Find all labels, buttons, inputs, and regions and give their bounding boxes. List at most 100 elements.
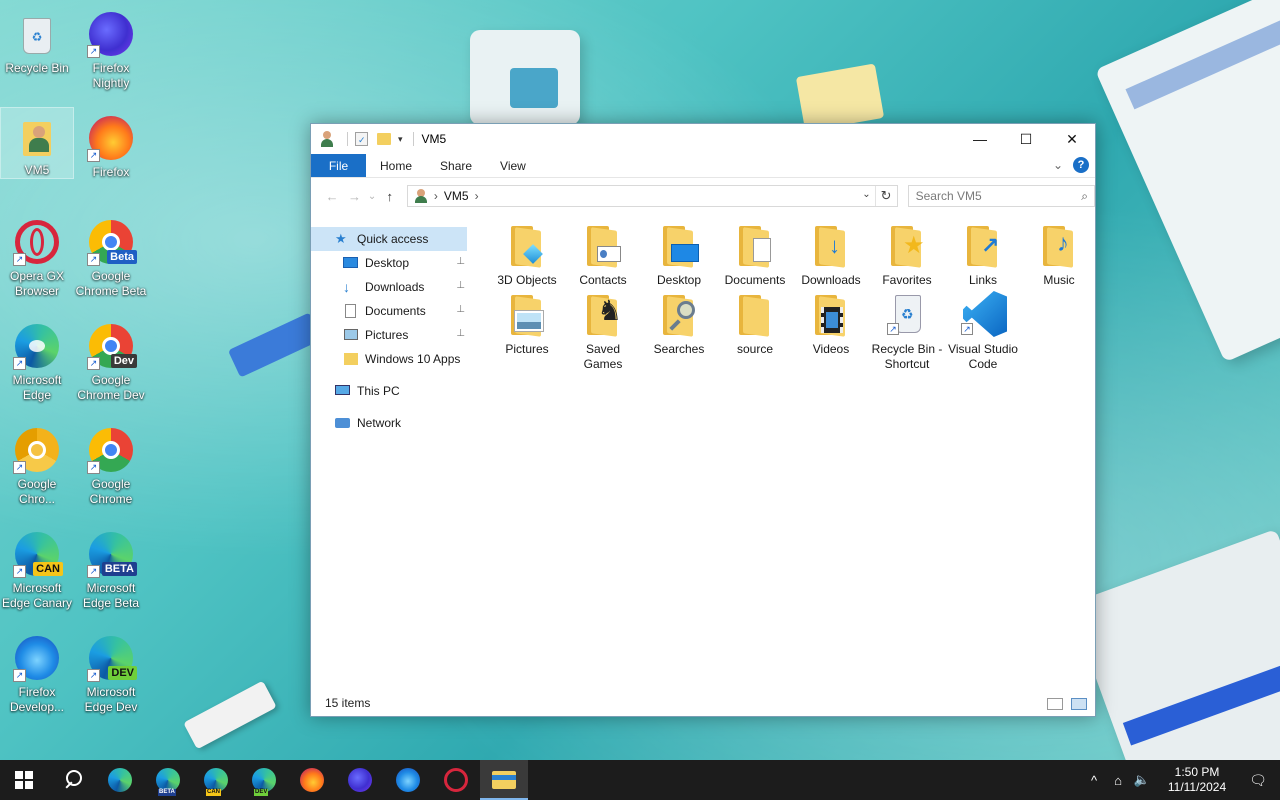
tab-share[interactable]: Share (426, 154, 486, 177)
maximize-button[interactable]: ☐ (1003, 124, 1049, 154)
pin-icon[interactable]: ⊥ (456, 256, 465, 267)
desktop-icon-edge-canary[interactable]: CAN ↗ Microsoft Edge Canary (1, 524, 73, 624)
file-item-recycle-bin-shortcut[interactable]: ♻ ↗ Recycle Bin - Shortcut (869, 291, 945, 372)
taskbar-edge-beta[interactable]: BETA (144, 760, 192, 800)
star-icon: ★ (335, 231, 347, 246)
taskbar-firefox[interactable] (288, 760, 336, 800)
desktop-icon-edge[interactable]: ↗ Microsoft Edge (1, 316, 73, 416)
taskbar-edge-canary[interactable]: CAN (192, 760, 240, 800)
desktop-icon-vm5[interactable]: VM5 (0, 107, 74, 179)
file-item-3d-objects[interactable]: 3D Objects (489, 222, 565, 288)
address-dropdown-icon[interactable]: ⌄ (862, 189, 870, 200)
nav-network[interactable]: Network (311, 411, 469, 435)
desktop-icon-edge-dev[interactable]: DEV ↗ Microsoft Edge Dev (75, 628, 147, 728)
search-box[interactable]: ⌕ (907, 185, 1095, 207)
large-icons-view-button[interactable] (1071, 698, 1087, 710)
start-button[interactable] (0, 760, 48, 800)
file-item-searches[interactable]: Searches (641, 291, 717, 357)
file-item-downloads[interactable]: ↓ Downloads (793, 222, 869, 288)
file-item-music[interactable]: ♪ Music (1021, 222, 1097, 288)
expand-ribbon-icon[interactable]: ⌄ (1053, 158, 1063, 172)
properties-icon[interactable]: ✓ (354, 131, 370, 147)
file-item-videos[interactable]: Videos (793, 291, 869, 357)
search-button[interactable] (48, 760, 96, 800)
show-hidden-icons-button[interactable]: ^ (1082, 773, 1106, 788)
taskbar-opera-gx[interactable] (432, 760, 480, 800)
recent-locations-button[interactable]: ⌄ (366, 184, 379, 208)
pin-icon[interactable]: ⊥ (456, 328, 465, 339)
nav-this-pc[interactable]: This PC (311, 379, 469, 403)
taskbar-edge-dev[interactable]: DEV (240, 760, 288, 800)
nav-documents[interactable]: Documents ⊥ (311, 299, 469, 323)
desktop-icon-chrome-dev[interactable]: Dev ↗ Google Chrome Dev (75, 316, 147, 416)
file-item-links[interactable]: ↗ Links (945, 222, 1021, 288)
desktop-icon-label: Firefox (92, 165, 130, 179)
nav-quick-access[interactable]: ★ Quick access (311, 227, 467, 251)
desktop-icon-chrome-beta[interactable]: Beta ↗ Google Chrome Beta (75, 212, 147, 312)
taskbar-firefox-developer[interactable] (384, 760, 432, 800)
canary-tag: CAN (206, 789, 221, 796)
edge-dev-icon: DEV ↗ (87, 634, 137, 682)
tab-home[interactable]: Home (366, 154, 426, 177)
start-icon (15, 771, 33, 789)
nav-downloads[interactable]: ↓ Downloads ⊥ (311, 275, 469, 299)
tab-view[interactable]: View (486, 154, 540, 177)
network-icon[interactable]: ⌂ (1106, 773, 1130, 788)
file-item-desktop[interactable]: Desktop (641, 222, 717, 288)
address-bar[interactable]: › VM5 › ⌄ ↻ (406, 185, 898, 207)
dev-tag: DEV (254, 789, 269, 796)
navigation-pane: ★ Quick access Desktop ⊥ ↓ Downloads ⊥ D… (311, 227, 469, 435)
notification-icon[interactable]: 🗨 (1236, 772, 1280, 789)
title-bar[interactable]: ✓ ▾ VM5 — ☐ ✕ (311, 124, 1095, 154)
file-item-contacts[interactable]: Contacts (565, 222, 641, 288)
up-button[interactable]: ↑ (379, 184, 401, 208)
clock[interactable]: 1:50 PM 11/11/2024 (1158, 765, 1236, 795)
nav-windows-10-apps[interactable]: Windows 10 Apps (311, 347, 469, 371)
file-item-favorites[interactable]: ★ Favorites (869, 222, 945, 288)
details-view-button[interactable] (1047, 698, 1063, 710)
desktop-icon-edge-beta[interactable]: BETA ↗ Microsoft Edge Beta (75, 524, 147, 624)
file-item-source[interactable]: source (717, 291, 793, 357)
volume-icon[interactable]: 🔈 (1130, 772, 1154, 788)
file-item-saved-games[interactable]: ♞ Saved Games (565, 291, 641, 372)
desktop-icon-chrome-canary[interactable]: ↗ Google Chro... (1, 420, 73, 520)
breadcrumb-separator[interactable]: › (475, 189, 479, 203)
desktop-icon-firefox-developer[interactable]: ↗ Firefox Develop... (1, 628, 73, 728)
desktop-icon-recycle-bin[interactable]: ♻ Recycle Bin (1, 4, 73, 104)
ribbon-tabs: File Home Share View ⌄ ? (311, 154, 1095, 178)
search-icon[interactable]: ⌕ (1081, 189, 1088, 204)
back-button[interactable]: ← (321, 184, 343, 208)
taskbar-firefox-nightly[interactable] (336, 760, 384, 800)
forward-button[interactable]: → (343, 184, 365, 208)
file-item-documents[interactable]: Documents (717, 222, 793, 288)
nav-desktop[interactable]: Desktop ⊥ (311, 251, 469, 275)
close-button[interactable]: ✕ (1049, 124, 1095, 154)
search-input[interactable] (915, 189, 1076, 203)
help-icon[interactable]: ? (1073, 157, 1089, 173)
minimize-button[interactable]: — (957, 124, 1003, 154)
file-item-pictures[interactable]: Pictures (489, 291, 565, 357)
desktop-icon-firefox-nightly[interactable]: ↗ Firefox Nightly (75, 4, 147, 104)
nav-pictures[interactable]: Pictures ⊥ (311, 323, 469, 347)
taskbar-edge[interactable] (96, 760, 144, 800)
pin-icon[interactable]: ⊥ (456, 304, 465, 315)
nav-label: Network (357, 416, 402, 430)
firefox-developer-icon (396, 768, 420, 792)
new-folder-icon[interactable] (376, 131, 392, 147)
file-item-visual-studio-code[interactable]: ↗ Visual Studio Code (945, 291, 1021, 372)
refresh-button[interactable]: ↻ (874, 186, 897, 206)
beta-tag: BETA (101, 562, 137, 576)
pin-icon[interactable]: ⊥ (456, 280, 465, 291)
tab-file[interactable]: File (311, 154, 366, 177)
taskbar-file-explorer[interactable] (480, 760, 528, 800)
customize-quick-access-icon[interactable]: ▾ (398, 134, 403, 145)
desktop-icon-chrome[interactable]: ↗ Google Chrome (75, 420, 147, 520)
contacts-folder-icon (579, 222, 627, 270)
desktop-icon-firefox[interactable]: ↗ Firefox (75, 108, 147, 208)
breadcrumb-vm5[interactable]: VM5 (444, 189, 469, 203)
view-toggle (1047, 698, 1087, 710)
opera-gx-icon (444, 768, 468, 792)
desktop-icon-opera-gx[interactable]: ↗ Opera GX Browser (1, 212, 73, 312)
file-label: Recycle Bin - Shortcut (871, 342, 943, 371)
vscode-icon: ↗ (959, 291, 1007, 339)
